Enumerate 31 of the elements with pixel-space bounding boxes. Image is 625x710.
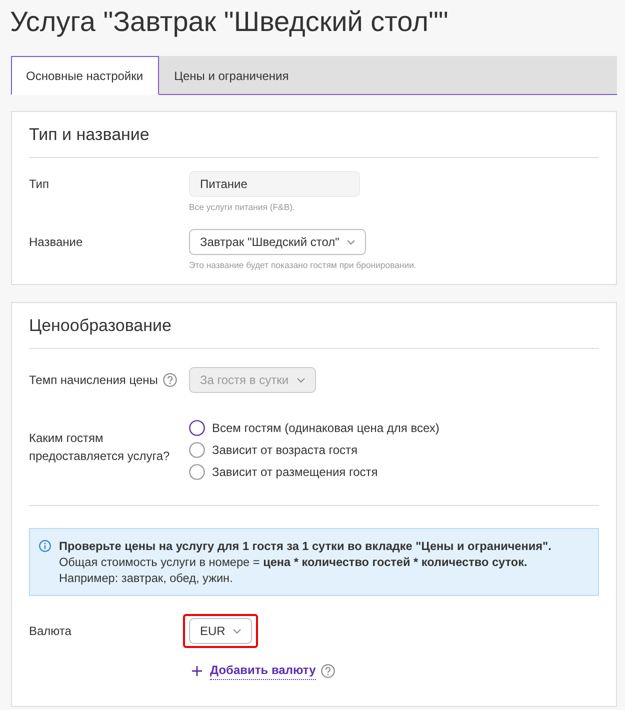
field-label: Название bbox=[29, 234, 83, 251]
notice-text: Например: завтрак, обед, ужин. bbox=[59, 570, 233, 586]
chevron-down-icon bbox=[233, 628, 242, 634]
chevron-down-icon bbox=[296, 378, 305, 382]
field-label: Валюта bbox=[29, 623, 72, 640]
field-hint: Это название будет показано гостям при бронировании. bbox=[189, 259, 416, 271]
field-label: Темп начисления цены bbox=[29, 372, 158, 389]
section-title: Тип и название bbox=[29, 124, 150, 146]
section-title: Ценообразование bbox=[29, 315, 172, 337]
tab[interactable]: Цены и ограничения bbox=[159, 56, 305, 95]
add-link[interactable]: Добавить валюту bbox=[210, 662, 316, 680]
plus-icon[interactable] bbox=[192, 666, 202, 676]
notice-text: Общая стоимость услуги в номере = цена * количество гостей * количество суток. bbox=[59, 554, 528, 570]
info-icon bbox=[39, 540, 51, 552]
radio-option[interactable]: Зависит от возраста гостя bbox=[189, 439, 358, 461]
notice-title: Проверьте цены на услугу для 1 гостя за 1 сутки во вкладке "Цены и ограничения". bbox=[59, 538, 552, 554]
tab[interactable]: Основные настройки bbox=[11, 56, 160, 95]
input-field[interactable]: Питание bbox=[189, 171, 360, 197]
radio-icon[interactable] bbox=[189, 464, 205, 480]
field-label: Каким гостям предоставляется услуга? bbox=[29, 430, 171, 465]
radio-icon[interactable] bbox=[189, 420, 205, 436]
dropdown[interactable]: Завтрак "Шведский стол" bbox=[189, 229, 366, 255]
radio-option[interactable]: Всем гостям (одинаковая цена для всех) bbox=[189, 417, 440, 439]
field-hint: Все услуги питания (F&B). bbox=[189, 201, 295, 213]
field-label: Тип bbox=[29, 176, 50, 193]
page-title: Услуга "Завтрак "Шведский стол"" bbox=[10, 5, 448, 39]
chevron-down-icon bbox=[347, 240, 356, 244]
dropdown[interactable]: EUR bbox=[189, 618, 252, 644]
radio-option[interactable]: Зависит от размещения гостя bbox=[189, 461, 378, 483]
help-icon[interactable] bbox=[320, 664, 335, 678]
radio-icon[interactable] bbox=[189, 442, 205, 458]
